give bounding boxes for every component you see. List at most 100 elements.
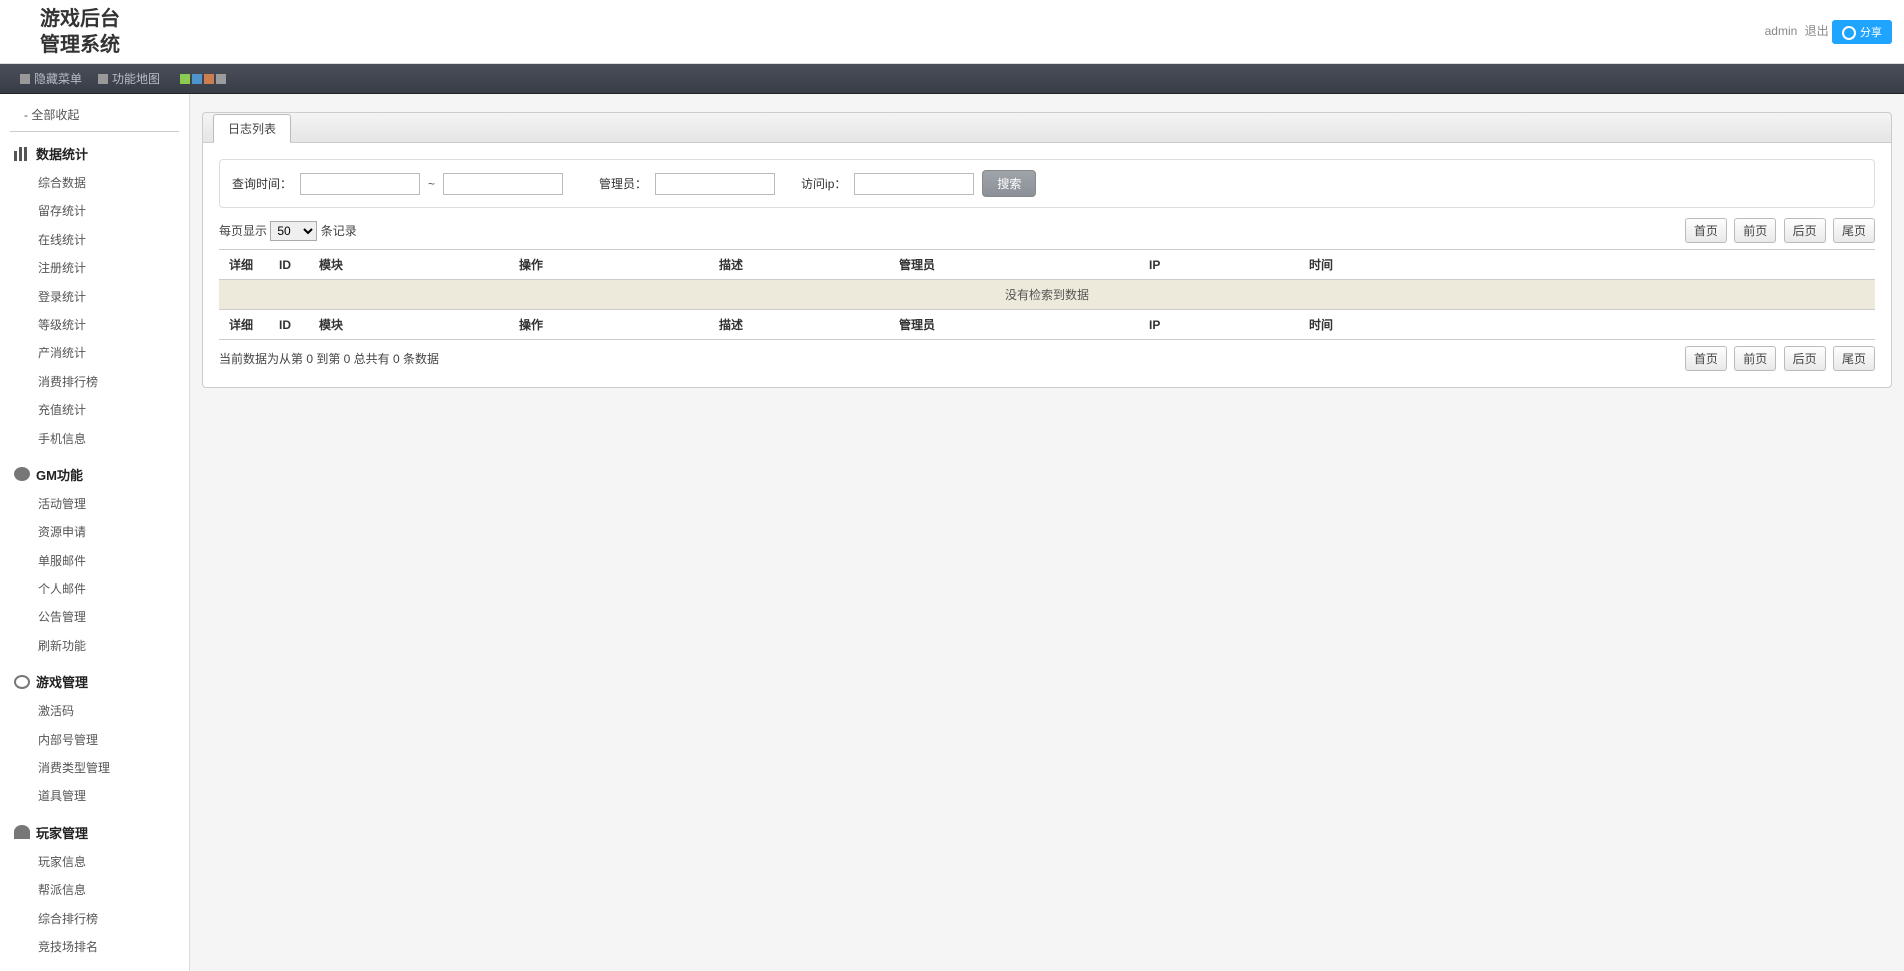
user-label: admin — [1765, 24, 1798, 38]
sidebar-item[interactable]: 综合排行榜 — [0, 905, 189, 933]
col-footer: 时间 — [1299, 310, 1875, 340]
sidebar-item[interactable]: 等级统计 — [0, 311, 189, 339]
summary-text: 当前数据为从第 0 到第 0 总共有 0 条数据 — [219, 350, 439, 367]
pager-first-button[interactable]: 首页 — [1685, 346, 1727, 371]
sidebar-item[interactable]: 充值统计 — [0, 396, 189, 424]
collapse-all-button[interactable]: - 全部收起 — [10, 102, 179, 132]
sidebar-item[interactable]: 登录统计 — [0, 283, 189, 311]
col-header: 时间 — [1299, 250, 1875, 280]
sidebar-item[interactable]: 产消统计 — [0, 339, 189, 367]
table-foot-row: 详细ID模块操作描述管理员IP时间 — [219, 310, 1875, 340]
sidebar-group-bars[interactable]: 数据统计 — [0, 138, 189, 169]
sidebar-item[interactable]: 个人邮件 — [0, 575, 189, 603]
sidebar-item[interactable]: 刷新功能 — [0, 632, 189, 660]
theme-color-swatch[interactable] — [180, 74, 190, 84]
sidebar-item[interactable]: 玩家信息 — [0, 848, 189, 876]
sidebar-item[interactable]: 竞技场排名 — [0, 933, 189, 961]
col-header: 详细 — [219, 250, 269, 280]
toolbar: 隐藏菜单 功能地图 — [0, 64, 1904, 94]
pager-next-button[interactable]: 后页 — [1784, 218, 1826, 243]
share-widget[interactable]: 分享 — [1832, 20, 1892, 44]
sitemap-button[interactable]: 功能地图 — [98, 70, 160, 87]
pager-last-button[interactable]: 尾页 — [1833, 218, 1875, 243]
range-sep: ~ — [428, 177, 435, 191]
col-footer: ID — [269, 310, 309, 340]
theme-color-swatch[interactable] — [192, 74, 202, 84]
sidebar-item[interactable]: 注册统计 — [0, 254, 189, 282]
search-button[interactable]: 搜索 — [982, 170, 1036, 197]
col-header: IP — [1139, 250, 1299, 280]
list-bar-bottom: 当前数据为从第 0 到第 0 总共有 0 条数据 首页 前页 后页 尾页 — [219, 346, 1875, 371]
pager-prev-button[interactable]: 前页 — [1734, 218, 1776, 243]
admin-input[interactable] — [655, 173, 775, 195]
top-right: admin 退出 分享 — [1761, 20, 1892, 44]
sidebar-group-server[interactable]: 服务器信息 — [0, 967, 189, 971]
logout-link[interactable]: 退出 — [1805, 24, 1829, 38]
search-bar: 查询时间： ~ 管理员： 访问ip： 搜索 — [219, 159, 1875, 208]
grid-icon — [98, 74, 108, 84]
col-header: ID — [269, 250, 309, 280]
ip-label: 访问ip： — [801, 175, 846, 192]
sidebar-item[interactable]: 消费排行榜 — [0, 368, 189, 396]
sidebar-item[interactable]: 综合数据 — [0, 169, 189, 197]
col-footer: IP — [1139, 310, 1299, 340]
time-from-input[interactable] — [300, 173, 420, 195]
top-header: 游戏后台 管理系统 admin 退出 分享 — [0, 0, 1904, 64]
sidebar-item[interactable]: 消费类型管理 — [0, 754, 189, 782]
col-footer: 操作 — [509, 310, 709, 340]
sidebar-item[interactable]: 激活码 — [0, 697, 189, 725]
table-empty-row: 没有检索到数据 — [219, 280, 1875, 310]
logo-line1: 游戏后台 — [40, 6, 120, 32]
ip-input[interactable] — [854, 173, 974, 195]
sidebar-item[interactable]: 帮派信息 — [0, 876, 189, 904]
sidebar-item[interactable]: 留存统计 — [0, 197, 189, 225]
col-footer: 描述 — [709, 310, 889, 340]
col-header: 模块 — [309, 250, 509, 280]
pager-bottom: 首页 前页 后页 尾页 — [1681, 346, 1875, 371]
pager-prev-button[interactable]: 前页 — [1734, 346, 1776, 371]
sidebar-item[interactable]: 资源申请 — [0, 518, 189, 546]
bars-icon — [14, 147, 30, 161]
table-head-row: 详细ID模块操作描述管理员IP时间 — [219, 250, 1875, 280]
pager-last-button[interactable]: 尾页 — [1833, 346, 1875, 371]
tab-log-list[interactable]: 日志列表 — [213, 114, 291, 143]
theme-colors — [180, 74, 226, 84]
pager-first-button[interactable]: 首页 — [1685, 218, 1727, 243]
time-to-input[interactable] — [443, 173, 563, 195]
time-label: 查询时间： — [232, 175, 292, 192]
logo-line2: 管理系统 — [40, 32, 120, 58]
sidebar-group-gear[interactable]: 游戏管理 — [0, 666, 189, 697]
col-footer: 模块 — [309, 310, 509, 340]
col-header: 描述 — [709, 250, 889, 280]
empty-cell: 没有检索到数据 — [219, 280, 1875, 310]
sidebar-group-cloud[interactable]: GM功能 — [0, 459, 189, 490]
pager-top: 首页 前页 后页 尾页 — [1681, 218, 1875, 243]
sidebar-item[interactable]: 手机信息 — [0, 425, 189, 453]
col-header: 管理员 — [889, 250, 1139, 280]
sidebar-item[interactable]: 内部号管理 — [0, 726, 189, 754]
col-footer: 管理员 — [889, 310, 1139, 340]
theme-color-swatch[interactable] — [216, 74, 226, 84]
sidebar-item[interactable]: 活动管理 — [0, 490, 189, 518]
user-icon — [14, 825, 30, 839]
menu-icon — [20, 74, 30, 84]
page-size-control: 每页显示 102050100 条记录 — [219, 221, 357, 241]
sidebar-item[interactable]: 公告管理 — [0, 603, 189, 631]
sidebar-item[interactable]: 单服邮件 — [0, 547, 189, 575]
pager-next-button[interactable]: 后页 — [1784, 346, 1826, 371]
theme-color-swatch[interactable] — [204, 74, 214, 84]
sidebar-item[interactable]: 在线统计 — [0, 226, 189, 254]
panel: 查询时间： ~ 管理员： 访问ip： 搜索 每页显示 102050100 条记录 — [202, 142, 1892, 388]
tab-bar: 日志列表 — [202, 112, 1892, 142]
share-icon — [1842, 26, 1856, 40]
cloud-icon — [14, 467, 30, 481]
list-bar-top: 每页显示 102050100 条记录 首页 前页 后页 尾页 — [219, 218, 1875, 243]
sidebar-item[interactable]: 道具管理 — [0, 782, 189, 810]
admin-label: 管理员： — [599, 175, 647, 192]
col-header: 操作 — [509, 250, 709, 280]
page-size-select[interactable]: 102050100 — [270, 221, 317, 241]
sidebar: - 全部收起 数据统计综合数据留存统计在线统计注册统计登录统计等级统计产消统计消… — [0, 94, 190, 971]
log-table: 详细ID模块操作描述管理员IP时间 没有检索到数据 详细ID模块操作描述管理员I… — [219, 249, 1875, 340]
hide-menu-button[interactable]: 隐藏菜单 — [20, 70, 82, 87]
sidebar-group-user[interactable]: 玩家管理 — [0, 817, 189, 848]
